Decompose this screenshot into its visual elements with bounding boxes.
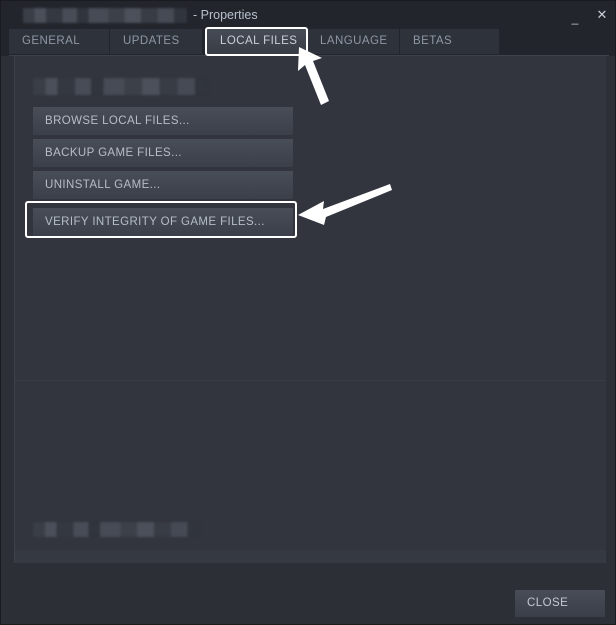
panel-divider [15, 380, 606, 381]
tab-general[interactable]: GENERAL [9, 29, 109, 54]
dialog-footer: CLOSE [1, 563, 615, 624]
local-files-panel: BROWSE LOCAL FILES... BACKUP GAME FILES.… [14, 56, 606, 563]
redacted-game-name [23, 7, 187, 23]
tab-local-files[interactable]: LOCAL FILES [207, 29, 306, 54]
window-titlebar[interactable]: - Properties _ ✕ [1, 1, 615, 27]
minimize-icon[interactable]: _ [568, 12, 582, 24]
properties-window: - Properties _ ✕ GENERAL UPDATES LOCAL F… [0, 0, 616, 625]
redacted-footer-text [33, 522, 201, 537]
verify-integrity-of-game-files-button[interactable]: VERIFY INTEGRITY OF GAME FILES... [33, 208, 293, 236]
close-button[interactable]: CLOSE [515, 590, 605, 617]
window-controls: _ ✕ [568, 1, 609, 27]
browse-local-files-button[interactable]: BROWSE LOCAL FILES... [33, 107, 293, 135]
backup-game-files-button[interactable]: BACKUP GAME FILES... [33, 139, 293, 167]
redacted-section-heading [33, 78, 209, 95]
panel-bottom-band [15, 550, 606, 563]
tab-bar: GENERAL UPDATES LOCAL FILES LANGUAGE BET… [1, 27, 615, 56]
uninstall-game-button[interactable]: UNINSTALL GAME... [33, 171, 293, 199]
window-title-suffix: - Properties [193, 8, 258, 22]
tab-updates[interactable]: UPDATES [110, 29, 202, 54]
window-title: - Properties [23, 6, 258, 24]
close-icon[interactable]: ✕ [595, 8, 609, 21]
tab-language[interactable]: LANGUAGE [307, 29, 399, 54]
tab-betas[interactable]: BETAS [400, 29, 499, 54]
